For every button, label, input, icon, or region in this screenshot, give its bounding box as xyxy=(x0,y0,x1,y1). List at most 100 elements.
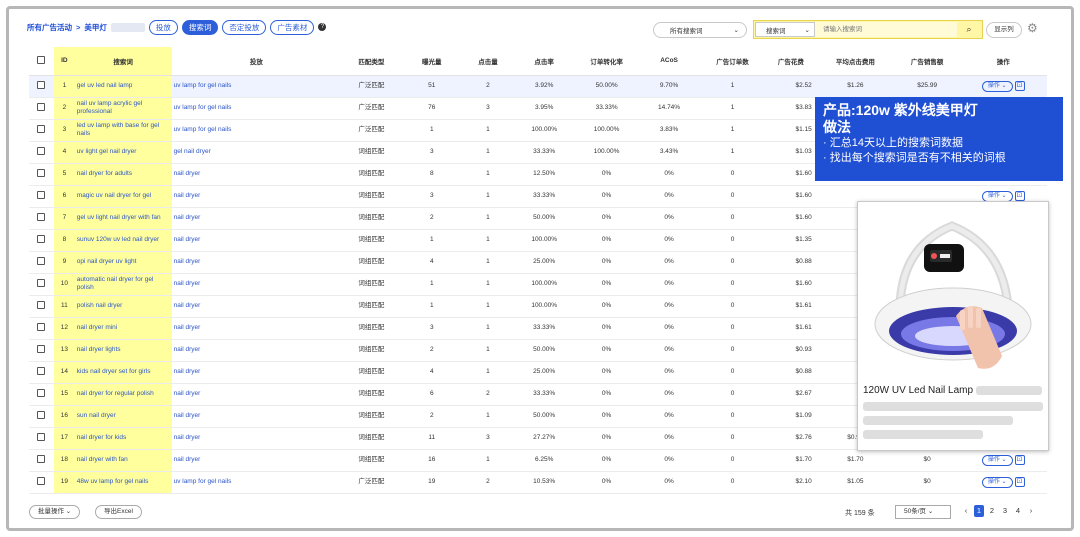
search-icon[interactable]: ⌕ xyxy=(957,24,981,35)
row-targeting[interactable]: nail dryer xyxy=(171,361,342,384)
header-sales[interactable]: 广告销售额 xyxy=(894,47,960,76)
header-cvr[interactable]: 订单转化率 xyxy=(574,47,639,76)
row-targeting[interactable]: nail dryer xyxy=(171,339,342,362)
row-checkbox[interactable] xyxy=(37,300,46,309)
row-targeting[interactable]: nail dryer xyxy=(171,427,342,450)
row-checkbox[interactable] xyxy=(37,476,46,485)
row-checkbox[interactable] xyxy=(37,102,46,111)
row-search-term[interactable]: nail dryer for adults xyxy=(74,163,172,186)
row-action-button[interactable]: 操作 ⌄ xyxy=(981,454,1013,466)
row-targeting[interactable]: nail dryer xyxy=(171,405,342,428)
page-3[interactable]: 3 xyxy=(1000,505,1010,517)
page-size-select[interactable]: 50条/页 ⌄ xyxy=(895,505,951,519)
chart-icon[interactable]: ⊡ xyxy=(1014,80,1025,91)
row-checkbox[interactable] xyxy=(37,146,46,155)
table-row[interactable]: 19 48w uv lamp for gel nails uv lamp for g… xyxy=(29,471,1047,494)
chart-icon[interactable]: ⊡ xyxy=(1014,476,1025,487)
gear-icon[interactable]: ⚙ xyxy=(1027,21,1038,35)
row-checkbox[interactable] xyxy=(37,322,46,331)
header-acos[interactable]: ACoS xyxy=(638,47,700,76)
row-checkbox[interactable] xyxy=(37,388,46,397)
row-search-term[interactable]: nail dryer for regular polish xyxy=(74,383,172,406)
row-checkbox[interactable] xyxy=(37,212,46,221)
table-row[interactable]: 1 gel uv led nail lamp uv lamp for gel nai… xyxy=(29,75,1047,98)
header-cpc[interactable]: 平均点击费用 xyxy=(815,47,895,76)
breadcrumb-campaigns[interactable]: 所有广告活动 xyxy=(27,22,72,33)
row-search-term[interactable]: sunuv 120w uv led nail dryer xyxy=(74,229,172,252)
row-search-term[interactable]: led uv lamp with base for gel nails xyxy=(74,119,172,142)
tab-negative-targeting[interactable]: 否定投放 xyxy=(222,19,267,35)
row-targeting[interactable]: nail dryer xyxy=(171,295,342,318)
row-checkbox[interactable] xyxy=(37,190,46,199)
page-1[interactable]: 1 xyxy=(974,505,984,517)
search-type-select[interactable]: 搜索词 ⌄ xyxy=(755,22,815,37)
row-search-term[interactable]: gel uv light nail dryer with fan xyxy=(74,207,172,230)
search-scope-select[interactable]: 所有搜索词 ⌄ xyxy=(653,22,747,38)
chart-icon[interactable]: ⊡ xyxy=(1014,454,1025,465)
export-excel-button[interactable]: 导出Excel xyxy=(95,505,142,519)
row-targeting[interactable]: nail dryer xyxy=(171,383,342,406)
row-search-term[interactable]: sun nail dryer xyxy=(74,405,172,428)
row-targeting[interactable]: nail dryer xyxy=(171,185,342,208)
row-search-term[interactable]: opi nail dryer uv light xyxy=(74,251,172,274)
row-search-term[interactable]: nail dryer for kids xyxy=(74,427,172,450)
tab-ad-creative[interactable]: 广告素材 xyxy=(270,19,315,35)
row-targeting[interactable]: uv lamp for gel nails xyxy=(171,75,342,98)
row-checkbox[interactable] xyxy=(37,124,46,133)
row-search-term[interactable]: nail dryer with fan xyxy=(74,449,172,472)
row-action-button[interactable]: 操作 ⌄ xyxy=(981,476,1013,488)
tab-search-terms[interactable]: 搜索词 xyxy=(181,19,219,35)
row-checkbox[interactable] xyxy=(37,168,46,177)
row-search-term[interactable]: kids nail dryer set for girls xyxy=(74,361,172,384)
row-checkbox[interactable] xyxy=(37,454,46,463)
row-checkbox[interactable] xyxy=(37,80,46,89)
chart-icon[interactable]: ⊡ xyxy=(1014,190,1025,201)
page-2[interactable]: 2 xyxy=(987,505,997,517)
header-clicks[interactable]: 点击量 xyxy=(461,47,514,76)
header-search-term[interactable]: 搜索词 xyxy=(74,47,172,76)
row-targeting[interactable]: uv lamp for gel nails xyxy=(171,119,342,142)
row-targeting[interactable]: nail dryer xyxy=(171,163,342,186)
table-row[interactable]: 18 nail dryer with fan nail dryer 词组匹配 16 1 6.… xyxy=(29,449,1047,472)
row-search-term[interactable]: nail uv lamp acrylic gel professional xyxy=(74,97,172,120)
row-targeting[interactable]: uv lamp for gel nails xyxy=(171,97,342,120)
row-targeting[interactable]: nail dryer xyxy=(171,229,342,252)
row-targeting[interactable]: uv lamp for gel nails xyxy=(171,471,342,494)
header-ctr[interactable]: 点击率 xyxy=(513,47,575,76)
row-targeting[interactable]: nail dryer xyxy=(171,449,342,472)
header-spend[interactable]: 广告花费 xyxy=(765,47,816,76)
row-search-term[interactable]: uv light gel nail dryer xyxy=(74,141,172,164)
row-action-button[interactable]: 操作 ⌄ xyxy=(981,80,1013,92)
bulk-action-button[interactable]: 批量操作 ⌄ xyxy=(29,505,81,519)
search-input[interactable] xyxy=(815,22,957,37)
row-checkbox[interactable] xyxy=(37,410,46,419)
next-page-icon[interactable]: › xyxy=(1026,505,1036,517)
row-targeting[interactable]: gel nail dryer xyxy=(171,141,342,164)
help-icon[interactable]: ? xyxy=(318,23,327,31)
row-search-term[interactable]: 48w uv lamp for gel nails xyxy=(74,471,172,494)
row-targeting[interactable]: nail dryer xyxy=(171,273,342,296)
row-checkbox[interactable] xyxy=(37,234,46,243)
row-targeting[interactable]: nail dryer xyxy=(171,317,342,340)
tab-targeting[interactable]: 投放 xyxy=(148,19,178,35)
row-action-button[interactable]: 操作 ⌄ xyxy=(981,190,1013,202)
row-checkbox[interactable] xyxy=(37,256,46,265)
row-search-term[interactable]: gel uv led nail lamp xyxy=(74,75,172,98)
row-checkbox[interactable] xyxy=(37,432,46,441)
row-search-term[interactable]: magic uv nail dryer for gel xyxy=(74,185,172,208)
row-checkbox[interactable] xyxy=(37,344,46,353)
row-targeting[interactable]: nail dryer xyxy=(171,251,342,274)
row-search-term[interactable]: nail dryer lights xyxy=(74,339,172,362)
row-checkbox[interactable] xyxy=(37,366,46,375)
header-impressions[interactable]: 曝光量 xyxy=(401,47,462,76)
row-checkbox[interactable] xyxy=(37,278,46,287)
select-all-checkbox[interactable] xyxy=(37,55,46,64)
prev-page-icon[interactable]: ‹ xyxy=(961,505,971,517)
row-search-term[interactable]: automatic nail dryer for gel polish xyxy=(74,273,172,296)
row-search-term[interactable]: nail dryer mini xyxy=(74,317,172,340)
header-orders[interactable]: 广告订单数 xyxy=(699,47,766,76)
row-search-term[interactable]: polish nail dryer xyxy=(74,295,172,318)
display-columns-button[interactable]: 显示列 xyxy=(986,22,1022,38)
page-4[interactable]: 4 xyxy=(1013,505,1023,517)
row-targeting[interactable]: nail dryer xyxy=(171,207,342,230)
